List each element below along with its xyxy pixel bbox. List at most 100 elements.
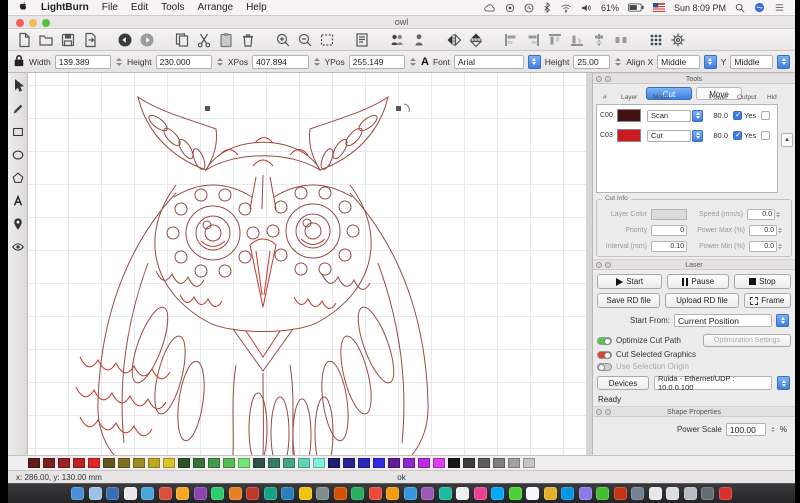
dock-app-icon[interactable]	[596, 487, 610, 500]
ypos-input[interactable]: 255.149	[348, 54, 406, 69]
owl-drawing[interactable]	[28, 73, 586, 455]
dock-app-icon[interactable]	[141, 487, 155, 500]
dock-app-icon[interactable]	[263, 487, 277, 500]
canvas[interactable]	[28, 73, 586, 455]
dock-app-icon[interactable]	[88, 487, 102, 500]
dock-app-icon[interactable]	[298, 487, 312, 500]
apple-menu-icon[interactable]	[18, 1, 28, 15]
flip-horizontal-icon[interactable]	[444, 31, 463, 49]
close-panel-icon[interactable]	[596, 409, 602, 415]
use-selection-origin-toggle[interactable]	[597, 362, 612, 371]
palette-color-swatch[interactable]	[373, 458, 385, 468]
dock-app-icon[interactable]	[438, 487, 452, 500]
group-icon[interactable]	[387, 31, 406, 49]
zoom-out-icon[interactable]	[295, 31, 314, 49]
dock-app-icon[interactable]	[578, 487, 592, 500]
dock-app-icon[interactable]	[368, 487, 382, 500]
cut-icon[interactable]	[194, 31, 213, 49]
font-select[interactable]: Arial	[454, 54, 525, 69]
dock-app-icon[interactable]	[631, 487, 645, 500]
save-icon[interactable]	[58, 31, 77, 49]
menu-item-edit[interactable]: Edit	[131, 2, 148, 13]
power-max-stepper[interactable]	[777, 225, 783, 236]
palette-color-swatch[interactable]	[403, 458, 415, 468]
ypos-stepper[interactable]	[409, 55, 417, 69]
dock-app-icon[interactable]	[508, 487, 522, 500]
laser-panel-header[interactable]: Laser	[593, 259, 795, 270]
speed-input[interactable]: 0.0	[747, 208, 775, 220]
power-max-input[interactable]: 0.0	[749, 224, 777, 236]
move-layer-up-button[interactable]: ▲	[781, 133, 793, 147]
palette-color-swatch[interactable]	[133, 458, 145, 468]
select-tool-icon[interactable]	[9, 77, 27, 94]
palette-color-swatch[interactable]	[298, 458, 310, 468]
palette-color-swatch[interactable]	[358, 458, 370, 468]
palette-color-swatch[interactable]	[163, 458, 175, 468]
dock-app-icon[interactable]	[666, 487, 680, 500]
menubar-clock[interactable]: Sun 8:09 PM	[674, 3, 726, 13]
import-icon[interactable]	[80, 31, 99, 49]
palette-color-swatch[interactable]	[463, 458, 475, 468]
layer-mode-select[interactable]: Scan	[647, 109, 691, 122]
bluetooth-icon[interactable]	[543, 2, 551, 13]
palette-color-swatch[interactable]	[28, 458, 40, 468]
hide-checkbox[interactable]	[761, 111, 771, 120]
palette-color-swatch[interactable]	[253, 458, 265, 468]
menu-item-file[interactable]: File	[102, 2, 118, 13]
menu-item-tools[interactable]: Tools	[161, 2, 184, 13]
palette-color-swatch[interactable]	[508, 458, 520, 468]
cut-selected-graphics-toggle[interactable]	[597, 350, 612, 359]
align-center-icon[interactable]	[589, 31, 608, 49]
settings-gear-icon[interactable]	[668, 31, 687, 49]
dock-app-icon[interactable]	[123, 487, 137, 500]
frame-button[interactable]: Frame	[743, 293, 791, 308]
palette-color-swatch[interactable]	[523, 458, 535, 468]
palette-color-swatch[interactable]	[418, 458, 430, 468]
upload-rd-file-button[interactable]: Upload RD file	[665, 293, 739, 308]
layer-color-swatch[interactable]	[617, 109, 641, 122]
palette-color-swatch[interactable]	[58, 458, 70, 468]
xpos-input[interactable]: 407.894	[252, 54, 309, 69]
optimize-cut-path-toggle[interactable]	[597, 336, 612, 345]
volume-icon[interactable]	[581, 3, 592, 13]
tools-panel-header[interactable]: Tools	[593, 73, 795, 84]
align-right-icon[interactable]	[523, 31, 542, 49]
palette-color-swatch[interactable]	[313, 458, 325, 468]
palette-color-swatch[interactable]	[283, 458, 295, 468]
open-file-icon[interactable]	[36, 31, 55, 49]
zoom-in-icon[interactable]	[273, 31, 292, 49]
start-from-dropdown-button[interactable]	[776, 314, 789, 327]
dock-app-icon[interactable]	[246, 487, 260, 500]
layer-mode-dropdown-button[interactable]	[692, 129, 703, 142]
wifi-icon[interactable]	[560, 3, 572, 13]
dock-app-icon[interactable]	[403, 487, 417, 500]
menu-item-app[interactable]: LightBurn	[41, 2, 89, 13]
dock-app-icon[interactable]	[561, 487, 575, 500]
output-checkbox[interactable]	[733, 110, 742, 120]
dock-app-icon[interactable]	[613, 487, 627, 500]
close-panel-icon[interactable]	[596, 262, 602, 268]
preview-icon[interactable]	[352, 31, 371, 49]
xpos-stepper[interactable]	[313, 55, 321, 69]
dock-app-icon[interactable]	[158, 487, 172, 500]
text-tool-icon[interactable]	[9, 192, 27, 209]
dock-app-icon[interactable]	[701, 487, 715, 500]
dock-app-icon[interactable]	[316, 487, 330, 500]
dock-app-icon[interactable]	[228, 487, 242, 500]
dock-app-icon[interactable]	[351, 487, 365, 500]
palette-color-swatch[interactable]	[328, 458, 340, 468]
dock-app-icon[interactable]	[386, 487, 400, 500]
draw-lines-tool-icon[interactable]	[9, 100, 27, 117]
view-eye-tool-icon[interactable]	[9, 238, 27, 255]
status-app-icon[interactable]	[505, 3, 515, 13]
interval-input[interactable]: 0.10	[651, 240, 687, 252]
devices-button[interactable]: Devices	[597, 376, 649, 390]
optimization-settings-button[interactable]: Optimization Settings	[703, 334, 791, 347]
dock-app-icon[interactable]	[683, 487, 697, 500]
distribute-icon[interactable]	[611, 31, 630, 49]
dock-app-icon[interactable]	[211, 487, 225, 500]
layer-row[interactable]: C00 Scan 80.0 Yes	[597, 107, 777, 124]
width-stepper[interactable]	[115, 55, 123, 69]
palette-color-swatch[interactable]	[478, 458, 490, 468]
layer-mode-select[interactable]: Cut	[647, 129, 691, 142]
